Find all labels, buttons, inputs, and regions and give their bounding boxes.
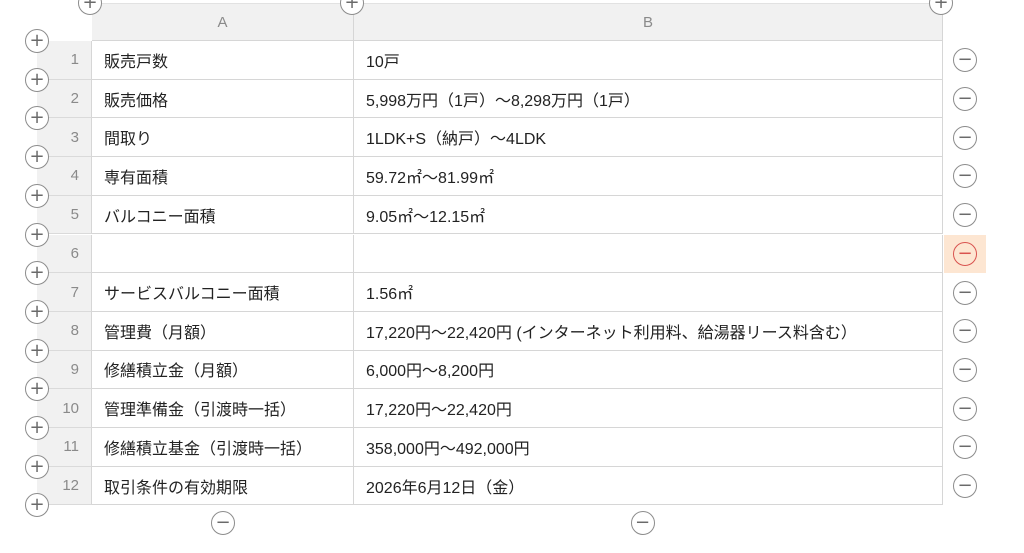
insert-row-button[interactable]: + (25, 222, 49, 247)
column-header-label: A (217, 13, 228, 31)
cell-a[interactable]: 管理費（月額） (92, 311, 354, 351)
delete-row-button[interactable]: − (953, 48, 977, 73)
cell-a[interactable]: サービスバルコニー面積 (92, 273, 354, 312)
delete-row-button[interactable]: − (953, 474, 977, 499)
cell-b[interactable]: 10戸 (354, 41, 943, 80)
insert-row-button[interactable]: + (25, 67, 49, 92)
cell-b[interactable]: 1LDK+S（納戸）～4LDK (354, 118, 943, 158)
cell-a[interactable]: 修繕積立金（月額） (92, 350, 354, 390)
cell-a[interactable]: 販売戸数 (92, 41, 354, 80)
insert-row-button[interactable]: + (25, 261, 49, 286)
delete-row-button[interactable]: − (953, 435, 977, 460)
cell-b[interactable]: 6,000円～8,200円 (354, 350, 943, 390)
cell-a[interactable]: 修繕積立基金（引渡時一括） (92, 428, 354, 467)
delete-row-button[interactable]: − (953, 87, 977, 112)
cell-b[interactable]: 5,998万円（1戸）～8,298万円（1戸） (354, 79, 943, 119)
column-header-label: B (642, 13, 653, 31)
cell-a[interactable]: バルコニー面積 (92, 195, 354, 235)
delete-row-button[interactable]: − (953, 203, 977, 228)
insert-row-button[interactable]: + (25, 145, 49, 170)
cell-a[interactable]: 販売価格 (92, 79, 354, 119)
cell-b[interactable]: 17,220円～22,420円 (インターネット利用料、給湯器リース料含む） (354, 311, 943, 351)
insert-row-button[interactable]: + (25, 299, 49, 324)
insert-row-button[interactable]: + (25, 454, 49, 479)
delete-row-button[interactable]: − (953, 125, 977, 150)
cell-b[interactable] (354, 234, 943, 274)
cell-b[interactable]: 358,000円～492,000円 (354, 428, 943, 467)
delete-row-button[interactable]: − (953, 357, 977, 382)
delete-column-button[interactable]: − (630, 511, 655, 535)
insert-row-button[interactable]: + (25, 416, 49, 440)
cell-b[interactable]: 2026年6月12日（金） (354, 466, 943, 506)
delete-row-button[interactable]: − (953, 396, 977, 421)
delete-row-button[interactable]: − (953, 280, 977, 305)
cell-a[interactable]: 専有面積 (92, 157, 354, 196)
cell-a[interactable] (92, 234, 354, 274)
delete-row-button[interactable]: − (953, 319, 977, 344)
insert-row-button[interactable]: + (25, 29, 49, 53)
insert-row-button[interactable]: + (25, 493, 49, 518)
column-header-a[interactable]: A (92, 3, 354, 41)
delete-row-button[interactable]: − (953, 164, 977, 189)
cell-a[interactable]: 間取り (92, 118, 354, 158)
delete-column-button[interactable]: − (211, 511, 235, 535)
insert-column-button[interactable]: + (929, 0, 953, 15)
cell-b[interactable]: 17,220円～22,420円 (354, 389, 943, 428)
cell-a[interactable]: 管理準備金（引渡時一括） (92, 389, 354, 428)
insert-row-button[interactable]: + (25, 338, 49, 363)
delete-row-button[interactable]: − (953, 241, 977, 266)
cell-a[interactable]: 取引条件の有効期限 (92, 466, 354, 506)
cell-b[interactable]: 1.56㎡ (354, 273, 943, 312)
insert-row-button[interactable]: + (25, 183, 49, 208)
cell-b[interactable]: 9.05㎡～12.15㎡ (354, 195, 943, 235)
column-header-b[interactable]: B (354, 3, 943, 41)
cell-b[interactable]: 59.72㎡～81.99㎡ (354, 157, 943, 196)
